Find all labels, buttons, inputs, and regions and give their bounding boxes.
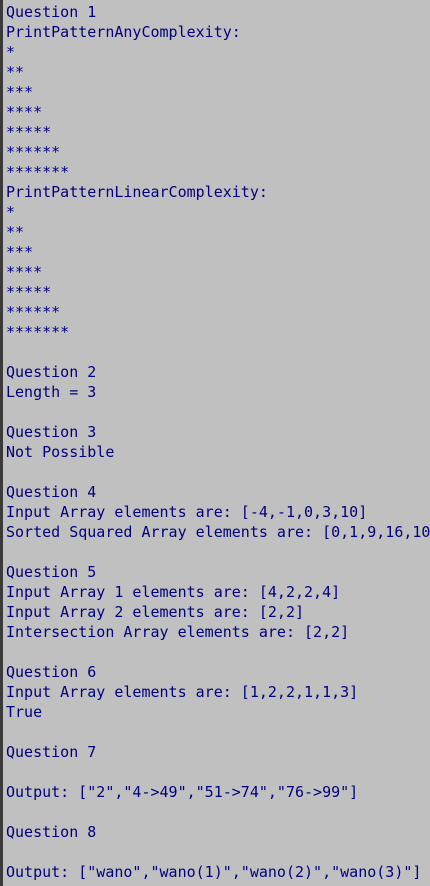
console-line: ** [6,223,25,241]
console-line: Question 4 [6,483,97,501]
console-line: ****** [6,303,61,321]
console-line: Question 6 [6,663,97,681]
console-line: Input Array elements are: [-4,-1,0,3,10] [6,503,368,521]
console-line: **** [6,263,43,281]
console-line: ** [6,63,25,81]
console-line: Sorted Squared Array elements are: [0,1,… [6,523,430,541]
console-line: *** [6,83,34,101]
console-line: Input Array 2 elements are: [2,2] [6,603,305,621]
console-line: Question 2 [6,363,97,381]
console-line: * [6,203,16,221]
console-line: Not Possible [6,443,115,461]
console-line: ***** [6,283,52,301]
console-line: Intersection Array elements are: [2,2] [6,623,350,641]
console-line: ***** [6,123,52,141]
console-output: Question 1 PrintPatternAnyComplexity: * ** *… [6,2,430,882]
console-line: PrintPatternAnyComplexity: [6,23,241,41]
console-line: Output: ["wano","wano(1)","wano(2)","wan… [6,863,422,881]
console-line: True [6,703,43,721]
console-line: Question 5 [6,563,97,581]
console-line: Output: ["2","4->49","51->74","76->99"] [6,783,359,801]
console-line: ******* [6,163,70,181]
console-line: Input Array elements are: [1,2,2,1,1,3] [6,683,359,701]
console-line: ******* [6,323,70,341]
console-line: ****** [6,143,61,161]
console-line: Question 8 [6,823,97,841]
console-line: Question 3 [6,423,97,441]
console-line: Input Array 1 elements are: [4,2,2,4] [6,583,341,601]
console-line: Question 1 [6,3,97,21]
console-line: *** [6,243,34,261]
console-line: Length = 3 [6,383,97,401]
console-line: * [6,43,16,61]
console-line: PrintPatternLinearComplexity: [6,183,268,201]
console-line: **** [6,103,43,121]
console-line: Question 7 [6,743,97,761]
console-window: Question 1 PrintPatternAnyComplexity: * ** *… [0,0,430,886]
